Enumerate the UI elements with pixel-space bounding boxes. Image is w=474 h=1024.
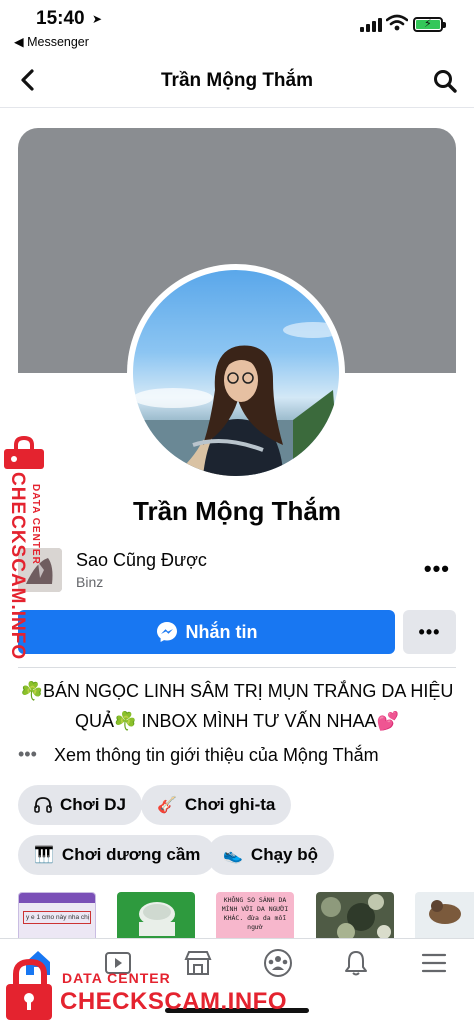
guitar-icon: 🎸 <box>157 797 177 814</box>
status-time: 15:40 <box>36 8 85 29</box>
hobby-chip-guitar[interactable]: 🎸 Chơi ghi-ta <box>141 785 292 825</box>
status-bar: 15:40 ➤ ◀ Messenger ⚡ <box>0 0 474 52</box>
hobby-label: Chơi ghi-ta <box>184 795 276 814</box>
more-actions-button[interactable]: ••• <box>403 610 456 654</box>
location-arrow-icon: ➤ <box>92 12 103 26</box>
see-about-info-link[interactable]: ••• Xem thông tin giới thiệu của Mộng Th… <box>18 744 456 769</box>
menu-icon[interactable] <box>414 945 454 981</box>
featured-photo-4[interactable] <box>316 892 394 942</box>
watermark-bottom-sub: DATA CENTER <box>62 970 171 986</box>
music-artist: Binz <box>76 574 104 590</box>
wifi-icon <box>386 14 408 31</box>
messenger-icon <box>156 622 177 642</box>
hobby-chip-piano[interactable]: 🎹 Chơi dương cầm <box>18 835 217 875</box>
hobby-label: Chơi DJ <box>60 795 126 814</box>
hobby-chip-running[interactable]: 👟 Chạy bộ <box>207 835 334 875</box>
featured-photo-3[interactable]: KHÔNG SO SÁNH DA MÌNH VỚI DA NGƯỜI KHÁC.… <box>216 892 294 942</box>
about-link-label: Xem thông tin giới thiệu của Mộng Thắm <box>54 745 379 765</box>
profile-name: Trần Mộng Thắm <box>133 496 341 526</box>
nav-header: Trần Mộng Thắm <box>0 56 474 108</box>
piano-icon: 🎹 <box>34 847 54 864</box>
watermark-side-sub: DATA CENTER <box>30 484 41 565</box>
hobby-label: Chơi dương cầm <box>61 845 201 864</box>
photo-caption: y e 1 cmo này nha chị <box>23 911 91 924</box>
avatar <box>133 270 339 476</box>
avatar-illustration <box>133 322 339 476</box>
music-more-icon[interactable]: ••• <box>424 556 450 582</box>
featured-photo-1[interactable]: y e 1 cmo này nha chị <box>18 892 96 942</box>
profile-picture[interactable] <box>127 264 345 482</box>
profile-bio: ☘️BÁN NGỌC LINH SÂM TRỊ MỤN TRẮNG DA HIỆ… <box>20 681 454 731</box>
message-button-label: Nhắn tin <box>185 621 258 642</box>
padlock-icon <box>4 436 44 469</box>
battery-icon: ⚡ <box>413 17 446 32</box>
message-button[interactable]: Nhắn tin <box>18 610 395 654</box>
watermark-side: CHECKSCAM.INFO DATA CENTER <box>2 436 54 666</box>
profile-music[interactable]: Sao Cũng Được Binz ••• <box>18 546 456 596</box>
more-dots-icon: ••• <box>18 744 37 764</box>
padlock-icon <box>6 958 52 1020</box>
headphones-icon <box>34 797 52 813</box>
running-shoe-icon: 👟 <box>223 847 243 864</box>
hobby-chip-dj[interactable]: Chơi DJ <box>18 785 142 825</box>
cellular-signal-icon <box>360 18 382 32</box>
notifications-icon[interactable] <box>336 945 376 981</box>
divider <box>18 667 456 668</box>
hobby-label: Chạy bộ <box>250 845 318 864</box>
back-to-app-link[interactable]: ◀ Messenger <box>14 34 89 49</box>
featured-photo-2[interactable] <box>117 892 195 942</box>
search-icon[interactable] <box>432 68 458 99</box>
featured-photo-5[interactable] <box>415 892 474 942</box>
music-title: Sao Cũng Được <box>76 550 207 570</box>
watermark-bottom: DATA CENTER CHECKSCAM.INFO <box>4 958 304 1024</box>
watermark-side-main: CHECKSCAM.INFO <box>7 472 28 661</box>
page-title: Trần Mộng Thắm <box>161 70 313 91</box>
watermark-bottom-main: CHECKSCAM.INFO <box>60 988 287 1015</box>
photo-caption: KHÔNG SO SÁNH DA MÌNH VỚI DA NGƯỜI KHÁC.… <box>221 896 289 931</box>
